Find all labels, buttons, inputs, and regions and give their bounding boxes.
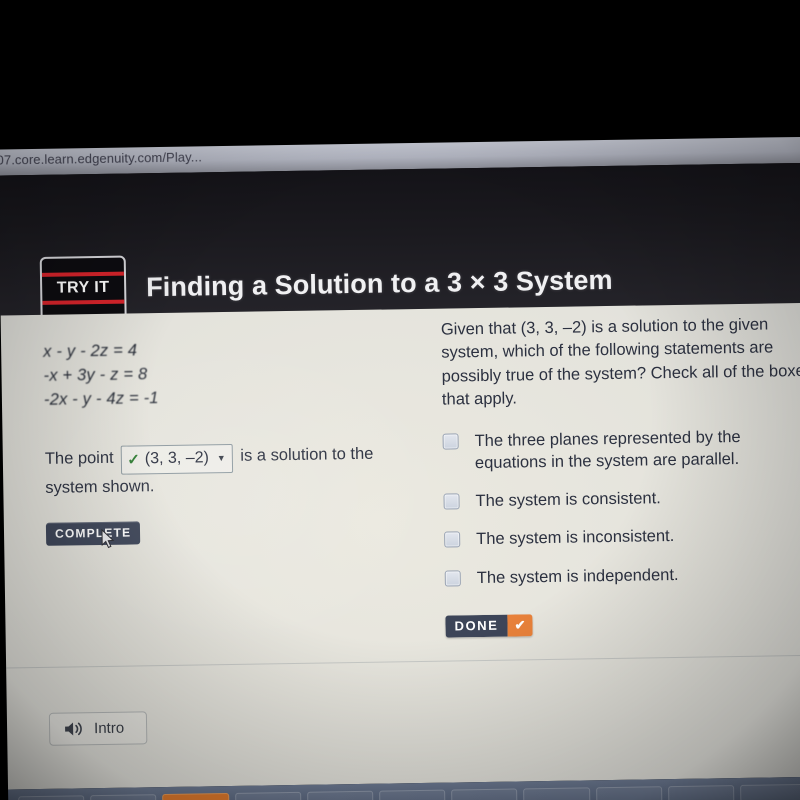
intro-button-label: Intro (93, 719, 125, 738)
url-text: r07.core.learn.edgenuity.com/Play... (0, 149, 203, 168)
nav-segment[interactable] (90, 793, 157, 800)
option-row[interactable]: The system is consistent. (443, 485, 800, 513)
point-dropdown[interactable]: ✓ (3, 3, –2) ▼ (121, 444, 234, 475)
option-label: The system is inconsistent. (476, 527, 675, 549)
chevron-down-icon: ▼ (216, 452, 226, 463)
option-label: The three planes represented by the equa… (474, 427, 741, 473)
checkbox-independent[interactable] (444, 570, 461, 587)
right-column: Given that (3, 3, –2) is a solution to t… (441, 313, 800, 638)
equation-system: x - y - 2z = 4 -x + 3y - z = 8 -2x - y -… (43, 335, 414, 413)
done-button[interactable]: DONE ✔ (445, 614, 533, 638)
badge-stripe-top (41, 271, 124, 277)
option-row[interactable]: The three planes represented by the equa… (442, 424, 800, 474)
dropdown-value: (3, 3, –2) (144, 449, 210, 468)
equation-3: -2x - y - 4z = -1 (43, 388, 159, 409)
solution-sentence: The point ✓ (3, 3, –2) ▼ is a solution t… (45, 441, 416, 501)
checkbox-options-list: The three planes represented by the equa… (442, 424, 800, 589)
nav-segment[interactable] (306, 790, 374, 800)
option-label: The system is consistent. (475, 489, 661, 511)
photo-of-screen: r07.core.learn.edgenuity.com/Play... 2 T… (0, 0, 800, 800)
nav-segment[interactable] (739, 783, 800, 800)
checkbox-consistent[interactable] (443, 493, 460, 510)
checkbox-parallel[interactable] (442, 433, 459, 450)
nav-segment[interactable] (234, 791, 302, 800)
complete-button[interactable]: COMPLETE (45, 521, 141, 549)
try-it-badge: TRY IT (39, 255, 127, 321)
question-text: Given that (3, 3, –2) is a solution to t… (440, 315, 800, 409)
checkbox-inconsistent[interactable] (444, 531, 461, 549)
sentence-prefix: The point (44, 448, 114, 468)
speaker-icon (65, 722, 82, 736)
nav-segment[interactable] (523, 786, 590, 800)
nav-segment[interactable] (595, 785, 663, 800)
complete-button-label: COMPLETE (54, 525, 132, 541)
nav-segment-active[interactable] (162, 792, 229, 800)
checkmark-icon: ✓ (127, 451, 140, 469)
screen-surface: r07.core.learn.edgenuity.com/Play... 2 T… (0, 136, 800, 800)
intro-audio-button[interactable]: Intro (48, 711, 148, 746)
nav-segment[interactable] (451, 787, 518, 800)
option-row[interactable]: The system is independent. (444, 562, 800, 590)
badge-stripe-bottom (42, 299, 125, 305)
option-row[interactable]: The system is inconsistent. (444, 523, 800, 551)
badge-label: TRY IT (56, 278, 110, 297)
check-icon: ✔ (507, 614, 533, 637)
nav-segment[interactable] (667, 784, 735, 800)
nav-segment[interactable] (18, 794, 85, 800)
content-divider (6, 654, 800, 669)
option-label: The system is independent. (476, 565, 679, 587)
nav-segment[interactable] (379, 789, 446, 800)
lesson-content-panel: x - y - 2z = 4 -x + 3y - z = 8 -2x - y -… (0, 302, 800, 790)
page-title: Finding a Solution to a 3 × 3 System (145, 264, 613, 302)
app-header-band: 2 TRY IT Finding a Solution to a 3 × 3 S… (0, 162, 800, 321)
done-button-label: DONE (445, 614, 508, 638)
left-column: x - y - 2z = 4 -x + 3y - z = 8 -2x - y -… (43, 335, 416, 549)
